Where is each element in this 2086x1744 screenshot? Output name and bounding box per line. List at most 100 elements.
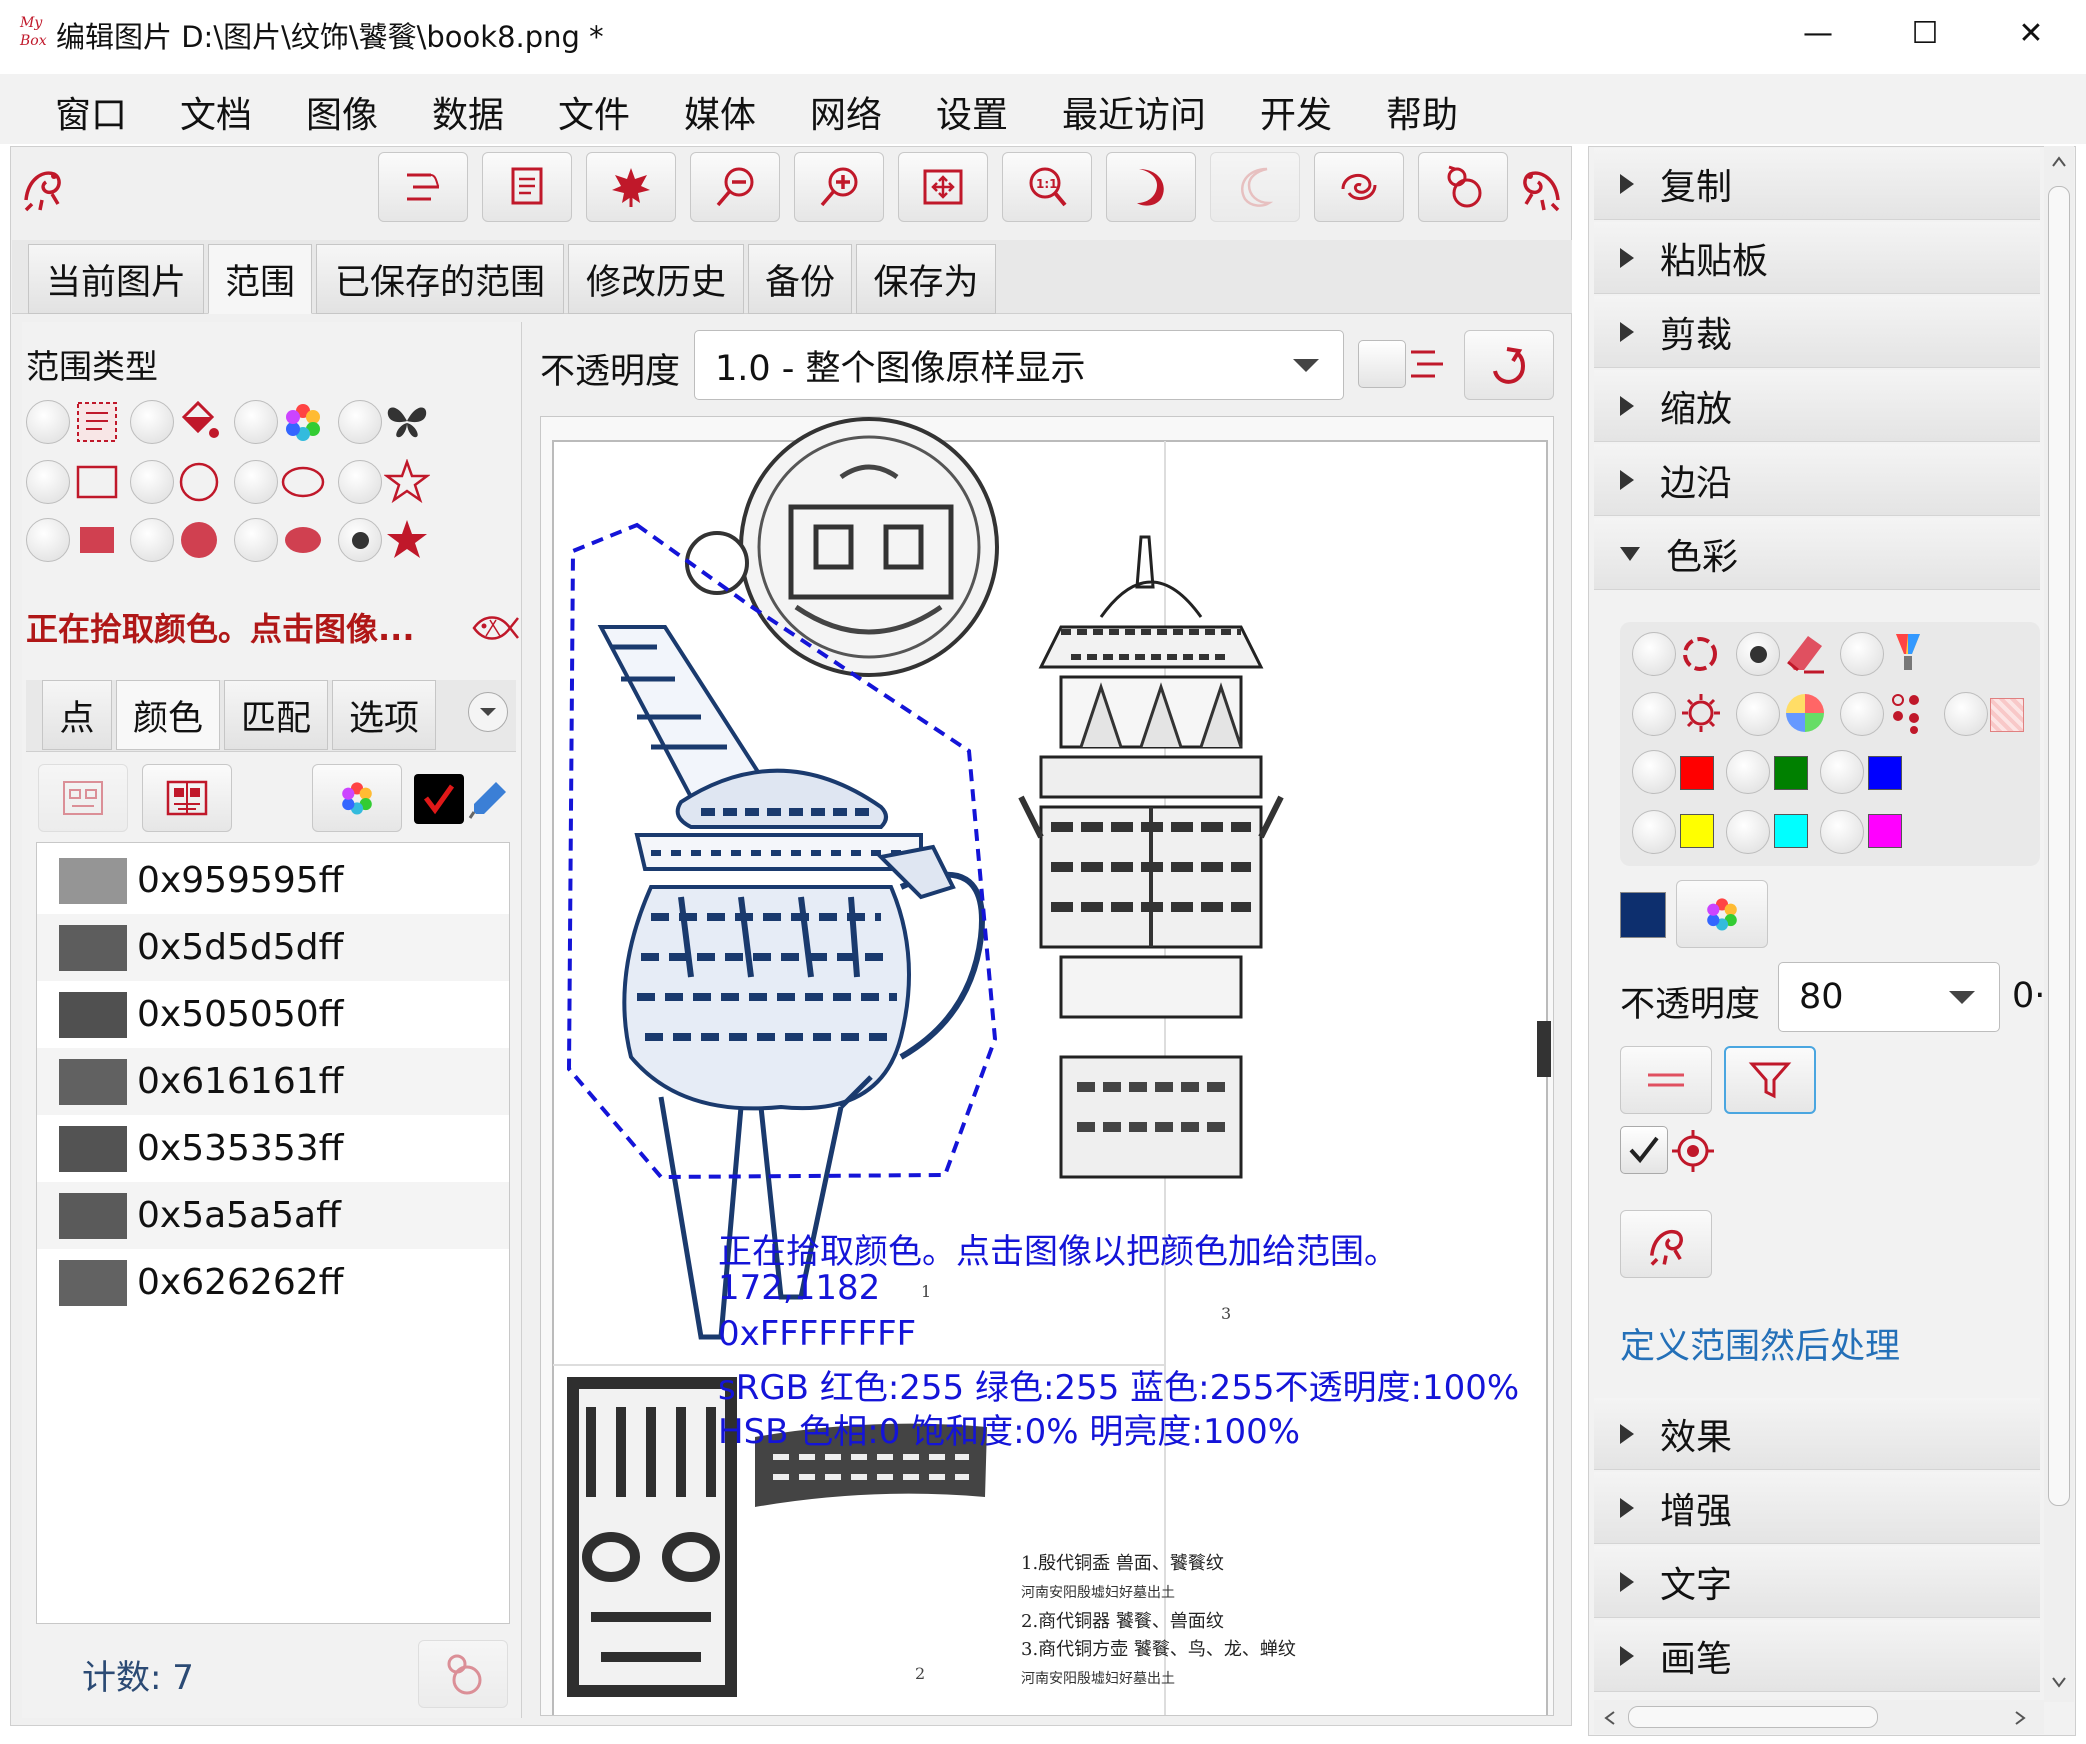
gourd-button[interactable]: [1418, 152, 1508, 222]
subtab-overflow-button[interactable]: [468, 692, 508, 732]
section-color[interactable]: 色彩: [1594, 518, 2040, 590]
list-item[interactable]: 0x5a5a5aff: [37, 1182, 509, 1249]
equal-bars-button[interactable]: [1620, 1046, 1712, 1114]
apply-button[interactable]: [1620, 1210, 1712, 1278]
tab-scope[interactable]: 范围: [208, 244, 312, 314]
palette-button[interactable]: [312, 764, 402, 832]
clear-colors-button[interactable]: [38, 764, 128, 832]
right-panel-vertical-scrollbar[interactable]: [2044, 146, 2074, 1702]
scroll-down-icon[interactable]: [2051, 1676, 2067, 1688]
menu-window[interactable]: 窗口: [55, 86, 127, 138]
tab-current-image[interactable]: 当前图片: [28, 244, 204, 314]
delete-colors-button[interactable]: [142, 764, 232, 832]
tab-save-as[interactable]: 保存为: [856, 244, 996, 314]
subtab-options[interactable]: 选项: [332, 680, 436, 750]
rotate-left-button[interactable]: [1106, 152, 1196, 222]
section-pen[interactable]: 画笔: [1594, 1620, 2040, 1692]
section-clipboard[interactable]: 粘贴板: [1594, 222, 2040, 294]
list-item[interactable]: 0x5d5d5dff: [37, 914, 509, 981]
list-item[interactable]: 0x535353ff: [37, 1115, 509, 1182]
fish-icon[interactable]: [470, 608, 520, 648]
color-hue-radio[interactable]: [1736, 692, 1780, 736]
color-brightness-radio[interactable]: [1632, 692, 1676, 736]
scope-matting-radio[interactable]: [130, 400, 174, 444]
panel-splitter-handle[interactable]: [1537, 1021, 1551, 1077]
menu-image[interactable]: 图像: [306, 86, 378, 138]
scope-rectangle-radio[interactable]: [26, 460, 70, 504]
section-crop[interactable]: 剪裁: [1594, 296, 2040, 368]
scope-rectangle-color-radio[interactable]: [26, 518, 70, 562]
menu-settings[interactable]: 设置: [936, 86, 1008, 138]
section-copy[interactable]: 复制: [1594, 148, 2040, 220]
show-scope-checkbox[interactable]: [1358, 340, 1406, 388]
scroll-left-icon[interactable]: [1604, 1710, 1616, 1726]
menu-file[interactable]: 文件: [558, 86, 630, 138]
bars-button[interactable]: [378, 152, 468, 222]
scope-outline-radio[interactable]: [338, 400, 382, 444]
rotate-right-button[interactable]: [1210, 152, 1300, 222]
scope-all-radio[interactable]: [26, 400, 70, 444]
scroll-right-icon[interactable]: [2014, 1710, 2026, 1726]
fit-window-button[interactable]: [898, 152, 988, 222]
gourd-small-button[interactable]: [418, 1640, 508, 1708]
document-button[interactable]: [482, 152, 572, 222]
color-red-radio[interactable]: [1632, 750, 1676, 794]
section-text[interactable]: 文字: [1594, 1546, 2040, 1618]
color-green-radio[interactable]: [1726, 750, 1770, 794]
section-enhance[interactable]: 增强: [1594, 1472, 2040, 1544]
color-replace-radio[interactable]: [1736, 632, 1780, 676]
menu-help[interactable]: 帮助: [1386, 86, 1458, 138]
maple-leaf-button[interactable]: [586, 152, 676, 222]
subtab-match[interactable]: 匹配: [224, 680, 328, 750]
tab-history[interactable]: 修改历史: [568, 244, 744, 314]
menu-document[interactable]: 文档: [180, 86, 252, 138]
menu-data[interactable]: 数据: [432, 86, 504, 138]
section-scale[interactable]: 缩放: [1594, 370, 2040, 442]
book-page-image[interactable]: 1 3 2 1.殷代铜盉 兽面、饕餮纹 河南安阳殷墟妇好墓出土 2.商代铜器 饕…: [541, 417, 1554, 1716]
subtab-points[interactable]: 点: [42, 680, 112, 750]
filter-button[interactable]: [1724, 1046, 1816, 1114]
scroll-up-icon[interactable]: [2051, 156, 2067, 168]
color-blue-radio[interactable]: [1820, 750, 1864, 794]
color-invert-radio[interactable]: [1632, 632, 1676, 676]
zoom-in-button[interactable]: [794, 152, 884, 222]
color-yellow-radio[interactable]: [1632, 810, 1676, 854]
actual-size-button[interactable]: 1:1: [1002, 152, 1092, 222]
image-viewer[interactable]: 1 3 2 1.殷代铜盉 兽面、饕餮纹 河南安阳殷墟妇好墓出土 2.商代铜器 饕…: [540, 416, 1554, 1716]
menu-develop[interactable]: 开发: [1260, 86, 1332, 138]
color-transparent-radio[interactable]: [1944, 692, 1988, 736]
list-item[interactable]: 0x626262ff: [37, 1249, 509, 1316]
current-color-swatch[interactable]: [1620, 892, 1666, 938]
scope-color-radio[interactable]: [234, 400, 278, 444]
eyedropper-icon[interactable]: [466, 776, 512, 822]
scope-circle-color-radio[interactable]: [130, 518, 174, 562]
close-button[interactable]: ✕: [1978, 0, 2084, 66]
scope-polygon-color-radio[interactable]: [338, 518, 382, 562]
minimize-button[interactable]: —: [1765, 0, 1871, 66]
color-palette-button[interactable]: [1676, 880, 1768, 948]
scope-circle-radio[interactable]: [130, 460, 174, 504]
scrollbar-thumb[interactable]: [1628, 1706, 1878, 1728]
section-effects[interactable]: 效果: [1594, 1398, 2040, 1470]
list-item[interactable]: 0x616161ff: [37, 1048, 509, 1115]
pick-color-checkbox[interactable]: [414, 774, 464, 824]
color-magenta-radio[interactable]: [1820, 810, 1864, 854]
right-panel-horizontal-scrollbar[interactable]: [1594, 1700, 2044, 1734]
exclude-checkbox[interactable]: [1620, 1126, 1668, 1174]
color-tint-radio[interactable]: [1840, 632, 1884, 676]
define-scope-link[interactable]: 定义范围然后处理: [1620, 1318, 1900, 1369]
scope-ellipse-color-radio[interactable]: [234, 518, 278, 562]
refresh-button[interactable]: [1464, 330, 1554, 400]
color-posterize-radio[interactable]: [1840, 692, 1884, 736]
zoom-out-button[interactable]: [690, 152, 780, 222]
subtab-colors[interactable]: 颜色: [116, 680, 220, 750]
maximize-button[interactable]: ☐: [1872, 0, 1978, 66]
menu-network[interactable]: 网络: [810, 86, 882, 138]
tab-saved-scopes[interactable]: 已保存的范围: [316, 244, 564, 314]
list-item[interactable]: 0x505050ff: [37, 981, 509, 1048]
menu-recent[interactable]: 最近访问: [1062, 86, 1206, 138]
swirl-button[interactable]: [1314, 152, 1404, 222]
scope-polygon-radio[interactable]: [338, 460, 382, 504]
tab-backup[interactable]: 备份: [748, 244, 852, 314]
scrollbar-thumb[interactable]: [2048, 186, 2070, 1506]
